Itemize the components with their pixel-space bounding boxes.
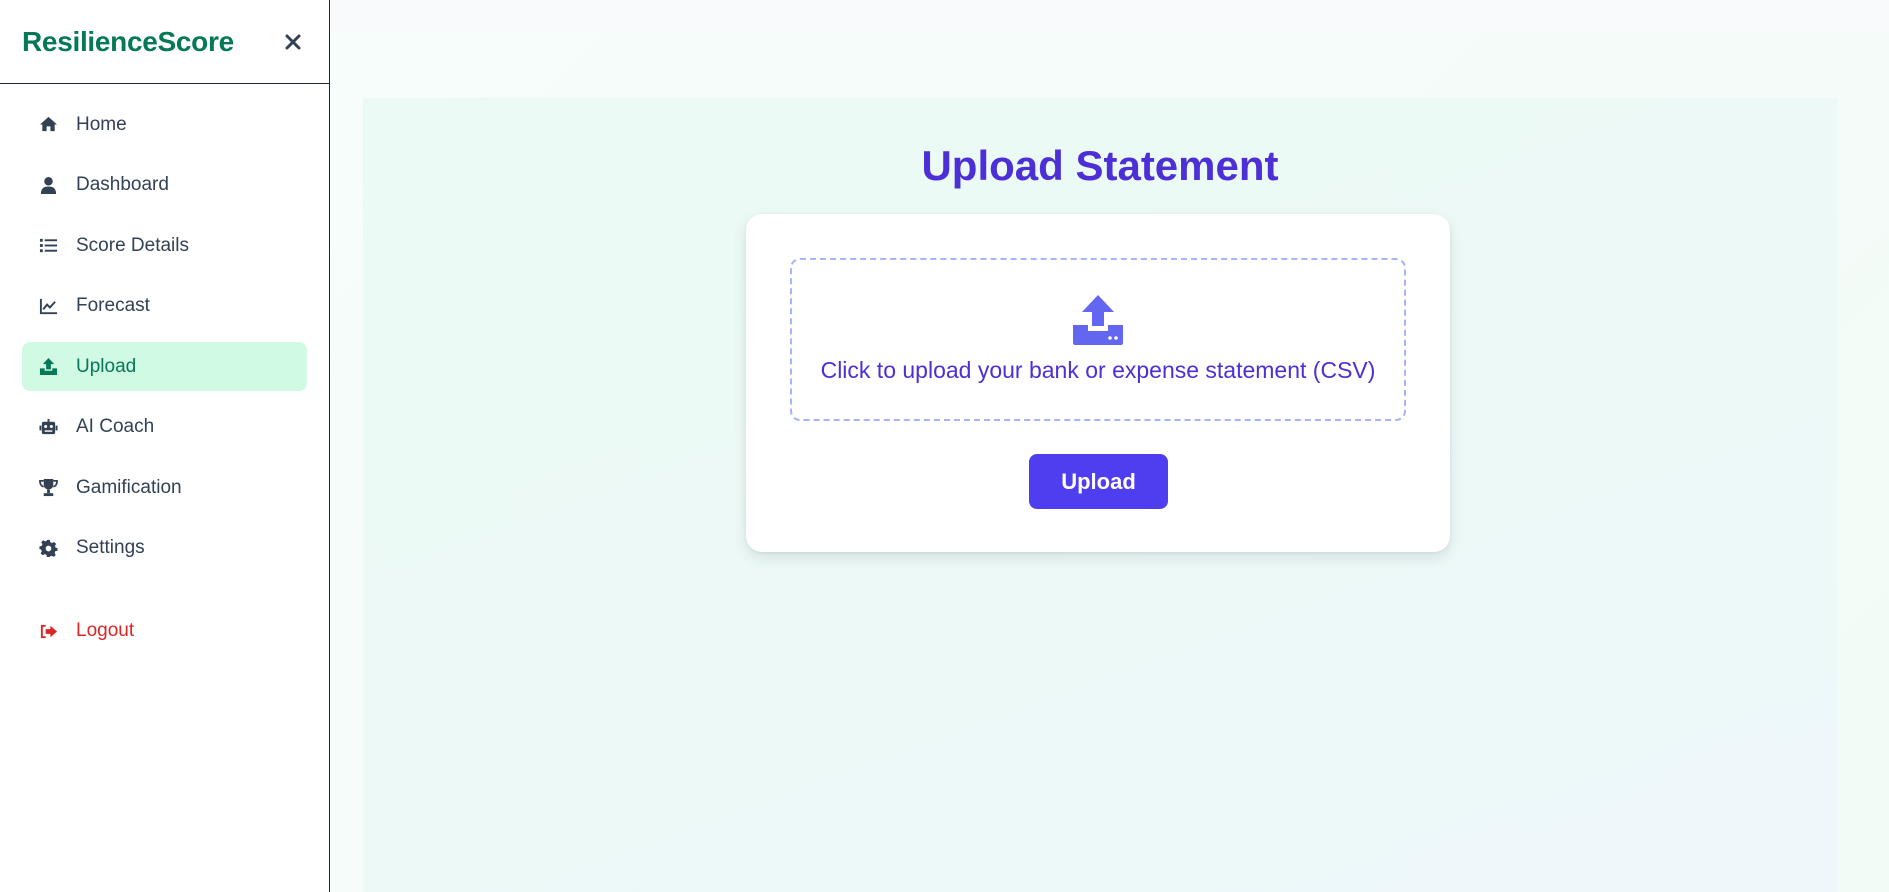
upload-card: Click to upload your bank or expense sta… — [746, 214, 1450, 552]
upload-icon — [38, 357, 58, 377]
home-icon — [38, 115, 58, 135]
trophy-icon — [38, 478, 58, 498]
file-dropzone[interactable]: Click to upload your bank or expense sta… — [790, 258, 1406, 421]
content-area: Upload Statement Click to upload your ba… — [331, 32, 1889, 892]
close-sidebar-button[interactable] — [279, 28, 307, 56]
list-icon — [38, 236, 58, 256]
sidebar-item-upload[interactable]: Upload — [22, 342, 307, 391]
sidebar: ResilienceScore Home Dashboard Score Det… — [0, 0, 330, 892]
sidebar-item-label: AI Coach — [76, 416, 155, 437]
sidebar-item-forecast[interactable]: Forecast — [22, 282, 307, 331]
logout-button[interactable]: Logout — [22, 607, 307, 656]
dropzone-text: Click to upload your bank or expense sta… — [820, 357, 1376, 383]
sidebar-item-label: Forecast — [76, 295, 150, 316]
sidebar-item-label: Dashboard — [76, 174, 169, 195]
sidebar-item-ai-coach[interactable]: AI Coach — [22, 403, 307, 452]
sidebar-item-label: Score Details — [76, 234, 189, 256]
line-chart-icon — [38, 296, 58, 316]
main-content: Upload Statement Click to upload your ba… — [331, 0, 1889, 892]
sidebar-item-home[interactable]: Home — [22, 100, 307, 149]
user-icon — [38, 175, 58, 195]
sidebar-item-score-details[interactable]: Score Details — [22, 221, 307, 270]
app: ResilienceScore Home Dashboard Score Det… — [0, 0, 1889, 892]
sidebar-item-label: Settings — [76, 537, 145, 558]
close-icon — [285, 34, 301, 49]
top-bar — [331, 0, 1889, 32]
sidebar-item-settings[interactable]: Settings — [22, 524, 307, 573]
page-title: Upload Statement — [921, 142, 1279, 189]
logout-label: Logout — [76, 620, 135, 641]
sidebar-item-label: Upload — [76, 355, 137, 377]
robot-icon — [38, 417, 58, 437]
file-upload-icon — [1073, 295, 1123, 345]
upload-panel: Upload Statement Click to upload your ba… — [363, 98, 1837, 892]
sidebar-item-label: Gamification — [76, 476, 182, 498]
sidebar-item-dashboard[interactable]: Dashboard — [22, 161, 307, 210]
sidebar-item-label: Home — [76, 113, 127, 135]
sidebar-header: ResilienceScore — [0, 0, 329, 84]
upload-button[interactable]: Upload — [1029, 454, 1168, 509]
sidebar-item-gamification[interactable]: Gamification — [22, 463, 307, 512]
brand-logo[interactable]: ResilienceScore — [22, 26, 234, 58]
sidebar-nav: Home Dashboard Score Details Forecast Up… — [0, 84, 329, 656]
gear-icon — [38, 538, 58, 558]
sign-out-icon — [38, 621, 58, 641]
